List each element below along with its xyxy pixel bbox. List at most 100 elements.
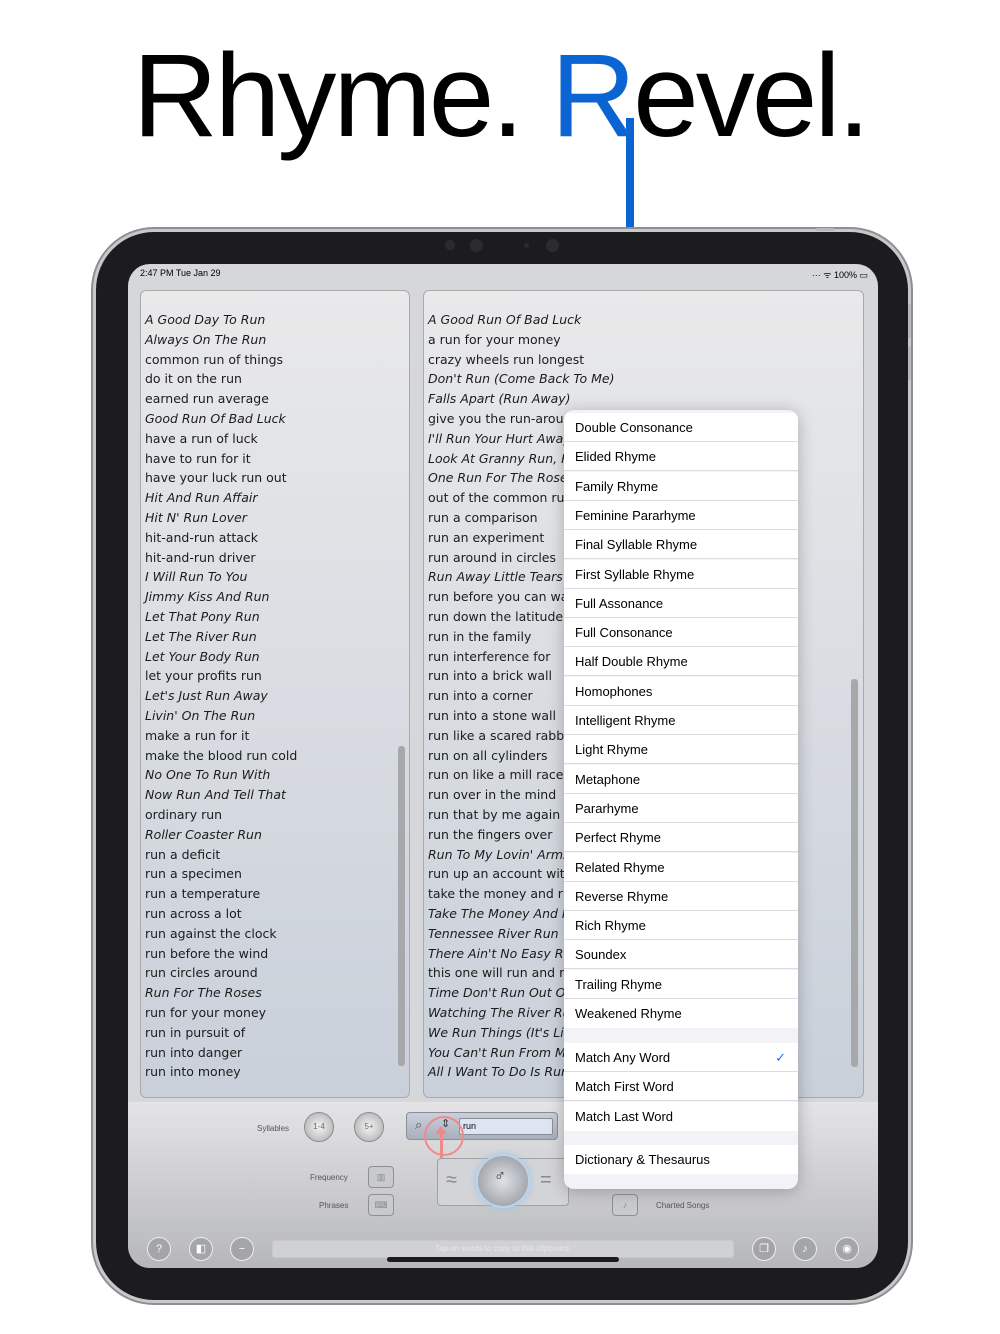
menu-item-dictionary-thesaurus[interactable]: Dictionary & Thesaurus [564, 1145, 798, 1174]
left-list-item[interactable]: make a run for it [145, 726, 249, 746]
left-list-item[interactable]: Let's Just Run Away [145, 686, 268, 706]
left-list-item[interactable]: A Good Day To Run [145, 310, 265, 330]
frequency-chart-icon[interactable]: ▥ [368, 1166, 394, 1188]
search-icon[interactable]: ⌕ [415, 1117, 422, 1133]
menu-item-rhyme-type[interactable]: Family Rhyme [564, 471, 798, 501]
right-list-item[interactable]: Run Away Little Tears [428, 567, 563, 587]
charted-songs-note-icon[interactable]: ♪ [612, 1194, 638, 1216]
left-list-item[interactable]: have to run for it [145, 449, 251, 469]
left-list-item[interactable]: No One To Run With [145, 765, 270, 785]
left-list-item[interactable]: Let Your Body Run [145, 647, 260, 667]
right-list-item[interactable]: A Good Run Of Bad Luck [428, 310, 581, 330]
right-list-item[interactable]: run into a corner [428, 686, 533, 706]
rhyme-mode-dial[interactable]: ♂ [476, 1154, 530, 1208]
menu-item-match-option[interactable]: Match First Word [564, 1072, 798, 1102]
right-list-item[interactable]: run that by me again [428, 805, 560, 825]
menu-item-rhyme-type[interactable]: Full Assonance [564, 588, 798, 618]
menu-item-rhyme-type[interactable]: Metaphone [564, 764, 798, 794]
eye-icon[interactable]: ◉ [835, 1237, 859, 1261]
left-list-item[interactable]: Good Run Of Bad Luck [145, 409, 286, 429]
left-list-item[interactable]: make the blood run cold [145, 746, 297, 766]
left-list-item[interactable]: run a deficit [145, 845, 220, 865]
left-list-item[interactable]: hit-and-run attack [145, 528, 258, 548]
right-list-item[interactable]: run interference for [428, 647, 550, 667]
menu-item-rhyme-type[interactable]: Perfect Rhyme [564, 823, 798, 853]
right-list-item[interactable]: run on all cylinders [428, 746, 548, 766]
left-list-item[interactable]: Jimmy Kiss And Run [145, 587, 269, 607]
menu-item-rhyme-type[interactable]: First Syllable Rhyme [564, 559, 798, 589]
left-list-item[interactable]: run in pursuit of [145, 1023, 245, 1043]
right-list-item[interactable]: Run To My Lovin' Arms [428, 845, 570, 865]
left-scrollbar[interactable] [398, 746, 405, 1066]
right-list-item[interactable]: run an experiment [428, 528, 544, 548]
right-list-item[interactable]: take the money and ru [428, 884, 571, 904]
search-input[interactable]: run [459, 1118, 553, 1135]
right-list-item[interactable]: a run for your money [428, 330, 561, 350]
right-scrollbar[interactable] [851, 679, 858, 1067]
menu-item-match-option[interactable]: Match Last Word [564, 1101, 798, 1131]
right-list-item[interactable]: run over in the mind [428, 785, 556, 805]
left-list-item[interactable]: Run For The Roses [145, 983, 262, 1003]
phrases-keyboard-icon[interactable]: ⌨ [368, 1194, 394, 1216]
copy-icon[interactable]: ❐ [752, 1237, 776, 1261]
left-list-item[interactable]: do it on the run [145, 369, 242, 389]
right-list-item[interactable]: We Run Things (It's Lik [428, 1023, 571, 1043]
menu-item-rhyme-type[interactable]: Full Consonance [564, 618, 798, 648]
right-list-item[interactable]: run around in circles [428, 548, 556, 568]
left-list-item[interactable]: hit-and-run driver [145, 548, 256, 568]
left-list-item[interactable]: have your luck run out [145, 468, 287, 488]
menu-item-rhyme-type[interactable]: Soundex [564, 940, 798, 970]
right-list-item[interactable]: out of the common run [428, 488, 572, 508]
left-list-item[interactable]: I Will Run To You [145, 567, 247, 587]
syllables-1-4-button[interactable]: 1-4 [304, 1112, 334, 1142]
right-list-item[interactable]: I'll Run Your Hurt Away [428, 429, 571, 449]
right-list-item[interactable]: Tennessee River Run [428, 924, 559, 944]
left-list-item[interactable]: Hit N' Run Lover [145, 508, 247, 528]
left-list-item[interactable]: Now Run And Tell That [145, 785, 286, 805]
sidebar-toggle-icon[interactable]: ◧ [189, 1237, 213, 1261]
menu-item-rhyme-type[interactable]: Weakened Rhyme [564, 999, 798, 1028]
equals-icon[interactable]: = [540, 1169, 552, 1192]
right-list-item[interactable]: run into a brick wall [428, 666, 552, 686]
right-list-item[interactable]: run on like a mill race [428, 765, 563, 785]
right-list-item[interactable]: There Ain't No Easy Ru [428, 944, 571, 964]
right-list-item[interactable]: run up an account with [428, 864, 573, 884]
right-list-item[interactable]: You Can't Run From My [428, 1043, 573, 1063]
left-list-item[interactable]: run before the wind [145, 944, 268, 964]
right-list-item[interactable]: run like a scared rabbit [428, 726, 573, 746]
left-list-item[interactable]: Let That Pony Run [145, 607, 260, 627]
right-list-item[interactable]: Take The Money And R [428, 904, 571, 924]
left-list-item[interactable]: let your profits run [145, 666, 262, 686]
menu-item-rhyme-type[interactable]: Homophones [564, 676, 798, 706]
menu-item-rhyme-type[interactable]: Double Consonance [564, 413, 798, 442]
left-list-item[interactable]: earned run average [145, 389, 269, 409]
left-results-list[interactable]: A Good Day To Run Always On The Run common… [140, 290, 410, 1098]
clipboard-field[interactable]: Tap on words to copy to this clipboard. [272, 1240, 734, 1258]
right-list-item[interactable]: Watching The River Ru [428, 1003, 571, 1023]
music-note-icon[interactable]: ♪ [793, 1237, 817, 1261]
menu-item-match-option[interactable]: Match Any Word ✓ [564, 1043, 798, 1072]
left-list-item[interactable]: Roller Coaster Run [145, 825, 262, 845]
left-list-item[interactable]: common run of things [145, 350, 283, 370]
right-list-item[interactable]: this one will run and ru [428, 963, 572, 983]
right-list-item[interactable]: run into a stone wall [428, 706, 556, 726]
right-list-item[interactable]: run down the latitude [428, 607, 563, 627]
right-list-item[interactable]: Falls Apart (Run Away) [428, 389, 571, 409]
right-list-item[interactable]: run a comparison [428, 508, 538, 528]
menu-item-rhyme-type[interactable]: Trailing Rhyme [564, 969, 798, 999]
menu-item-rhyme-type[interactable]: Elided Rhyme [564, 442, 798, 472]
menu-item-rhyme-type[interactable]: Pararhyme [564, 793, 798, 823]
minus-icon[interactable]: − [230, 1237, 254, 1261]
menu-item-rhyme-type[interactable]: Reverse Rhyme [564, 881, 798, 911]
left-list-item[interactable]: Always On The Run [145, 330, 266, 350]
menu-item-rhyme-type[interactable]: Intelligent Rhyme [564, 706, 798, 735]
right-list-item[interactable]: crazy wheels run longest [428, 350, 584, 370]
menu-item-rhyme-type[interactable]: Related Rhyme [564, 852, 798, 882]
left-list-item[interactable]: ordinary run [145, 805, 222, 825]
left-list-item[interactable]: run into danger [145, 1043, 242, 1063]
left-list-item[interactable]: run against the clock [145, 924, 277, 944]
left-list-item[interactable]: run circles around [145, 963, 258, 983]
left-list-item[interactable]: Hit And Run Affair [145, 488, 257, 508]
right-list-item[interactable]: run before you can wal [428, 587, 572, 607]
left-list-item[interactable]: run into money [145, 1062, 241, 1082]
